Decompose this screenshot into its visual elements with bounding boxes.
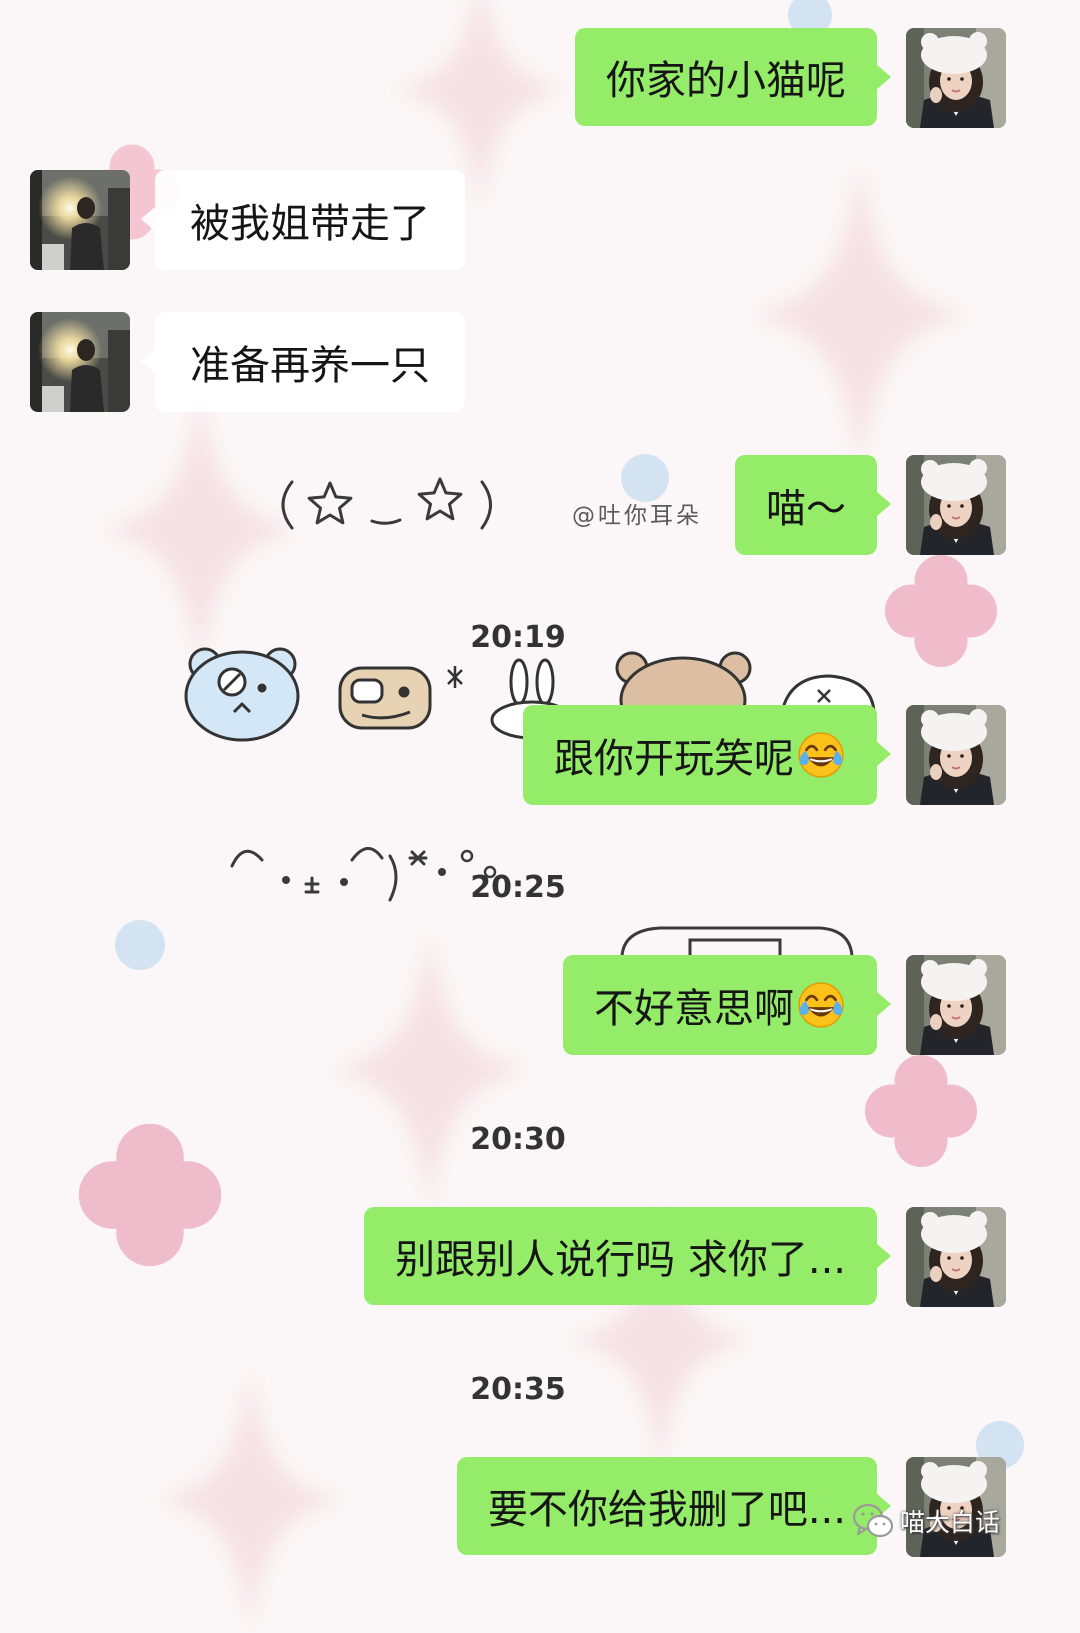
timestamp: 20:35 [470,1372,566,1407]
bus-outline-doodle [620,926,854,958]
timestamp: 20:25 [470,870,566,905]
wechat-icon [852,1502,894,1540]
contact-avatar[interactable] [30,312,130,412]
message-text: 别跟别人说行吗 求你了... [395,1237,846,1283]
avatar-girl-white-hat-icon [906,28,1006,128]
my-avatar[interactable] [906,28,1006,128]
avatar-sunlight-portrait-icon [30,312,130,412]
contact-avatar[interactable] [30,170,130,270]
sent-message-bubble[interactable]: 跟你开玩笑呢 [523,705,891,805]
sent-message-bubble[interactable]: 你家的小猫呢 [575,28,891,126]
kaomoji-star-eyes-doodle [281,477,492,530]
my-avatar[interactable] [906,705,1006,805]
received-message-bubble[interactable]: 准备再养一只 [141,312,465,412]
sticker-caption-text: @吐你耳朵 [572,503,702,529]
sent-message-bubble[interactable]: 喵～ [735,455,891,555]
message-text: 喵～ [766,486,846,532]
message-text: 准备再养一只 [190,343,430,389]
message-text: 被我姐带走了 [190,201,430,247]
message-text: 跟你开玩笑呢 [554,736,794,782]
avatar-girl-white-hat-icon [906,455,1006,555]
face-with-tears-of-joy-icon [796,730,846,780]
timestamp: 20:19 [470,620,566,655]
face-with-tears-of-joy-icon [796,980,846,1030]
my-avatar[interactable] [906,955,1006,1055]
received-message-bubble[interactable]: 被我姐带走了 [141,170,465,270]
sent-message-bubble[interactable]: 不好意思啊 [563,955,891,1055]
avatar-girl-white-hat-icon [906,955,1006,1055]
message-text: 不好意思啊 [594,986,794,1032]
message-text: 要不你给我删了吧... [487,1487,846,1533]
sent-message-bubble[interactable]: 要不你给我删了吧... [456,1457,892,1555]
my-avatar[interactable] [906,1207,1006,1307]
watermark-text: 喵大白话 [900,1508,1001,1537]
avatar-girl-white-hat-icon [906,1207,1006,1307]
message-text: 你家的小猫呢 [606,58,846,104]
my-avatar[interactable] [906,455,1006,555]
sent-message-bubble[interactable]: 别跟别人说行吗 求你了... [364,1207,891,1305]
avatar-girl-white-hat-icon [906,705,1006,805]
avatar-sunlight-portrait-icon [30,170,130,270]
timestamp: 20:30 [470,1122,566,1157]
